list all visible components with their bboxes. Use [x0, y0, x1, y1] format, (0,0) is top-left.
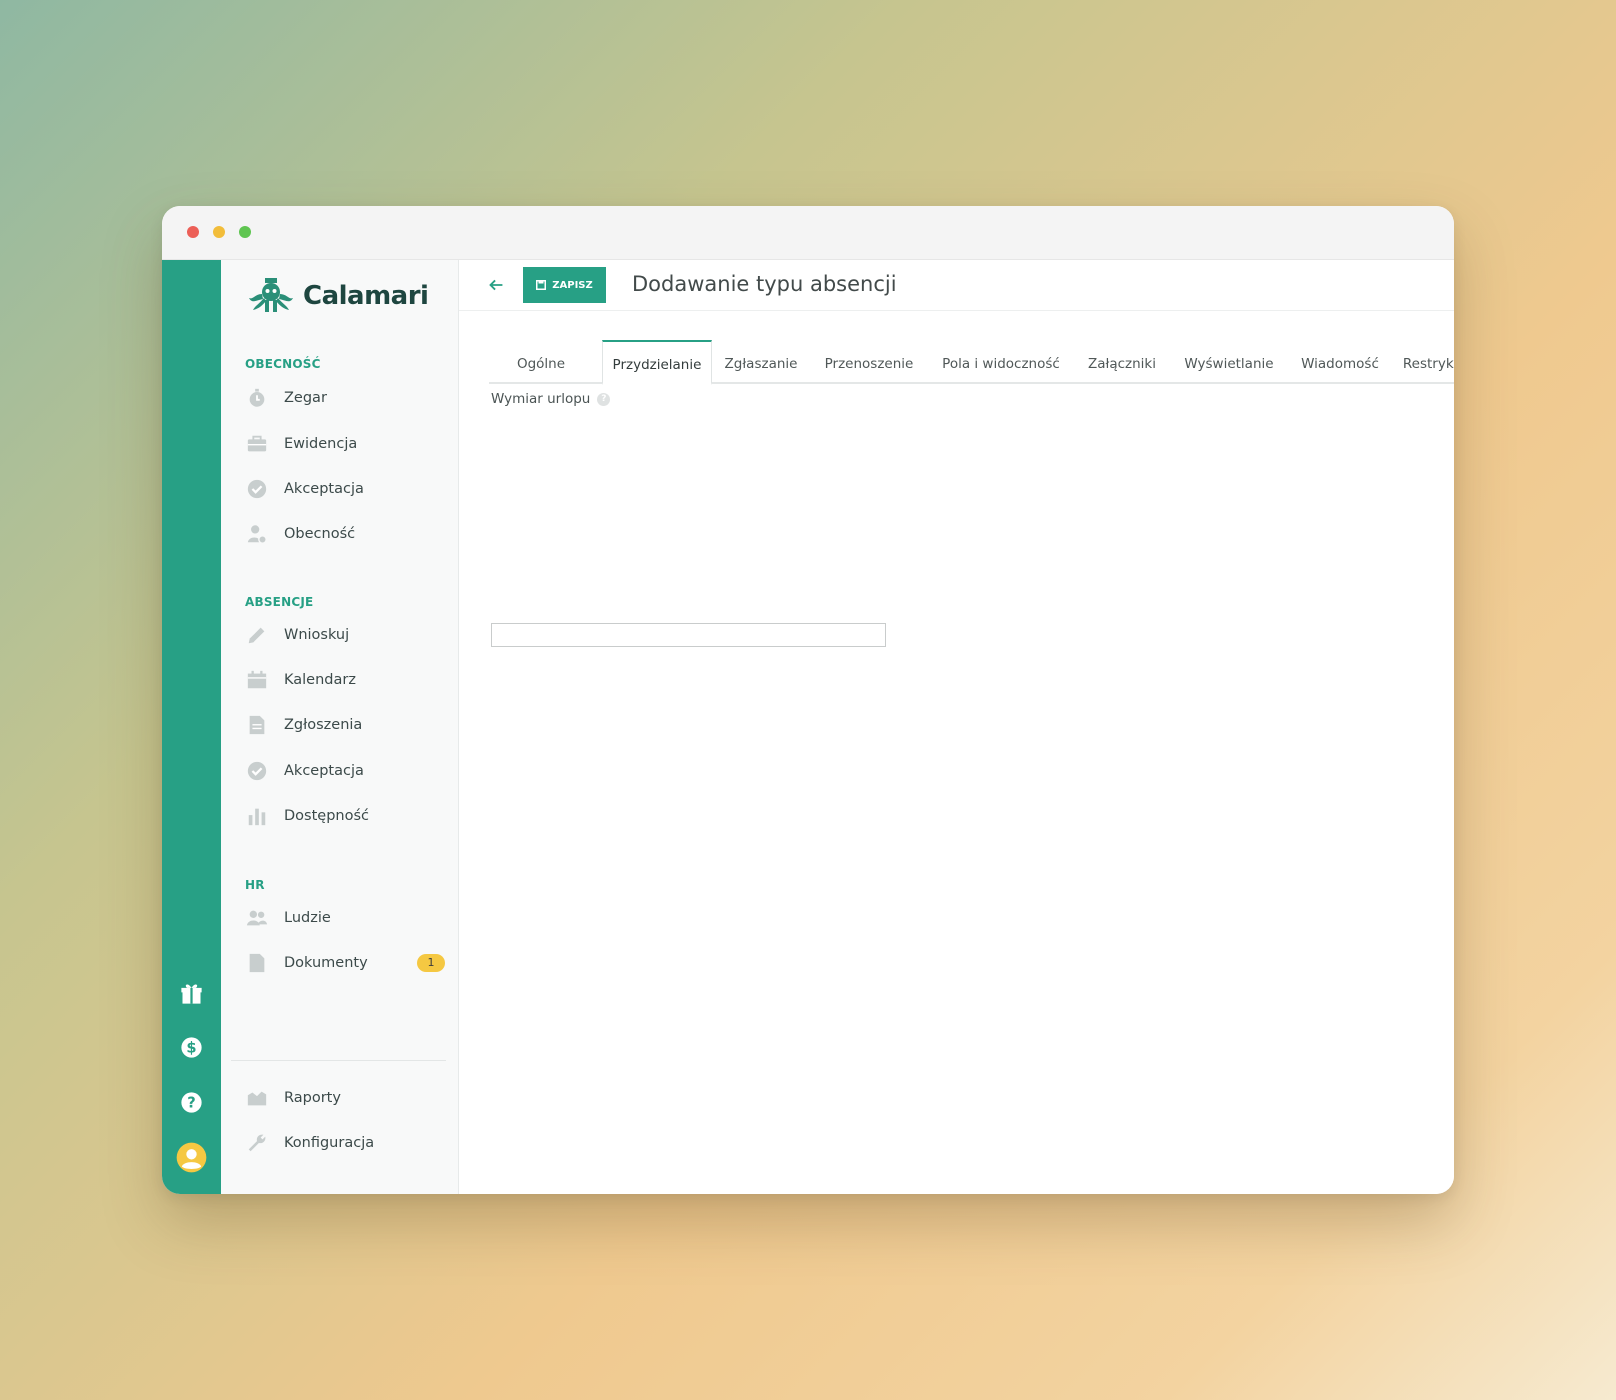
sidebar-item-zegar[interactable]: Zegar — [245, 380, 445, 416]
sidebar-item-label: Wnioskuj — [284, 627, 350, 643]
wymiar-urlopu-label: Wymiar urlopu? — [491, 391, 611, 407]
section-heading-hr: HR — [245, 878, 265, 892]
sidebar-item-ewidencja[interactable]: Ewidencja — [245, 426, 445, 462]
wymiar-urlopu-select[interactable] — [491, 623, 886, 647]
tab-ogolne[interactable]: Ogólne — [499, 340, 583, 382]
brand-name: Calamari — [303, 281, 429, 311]
calamari-logo[interactable]: Calamari — [245, 276, 429, 316]
stopwatch-icon — [245, 386, 269, 410]
svg-text:?: ? — [187, 1095, 195, 1112]
briefcase-icon — [245, 432, 269, 456]
sidebar-item-label: Konfiguracja — [284, 1135, 375, 1151]
page-title: Dodawanie typu absencji — [632, 272, 897, 296]
documents-count-badge: 1 — [417, 954, 445, 972]
sidebar-item-label: Kalendarz — [284, 672, 356, 688]
close-window-button[interactable] — [187, 226, 199, 238]
sidebar-item-label: Dokumenty — [284, 955, 368, 971]
sidebar-item-akceptacja-absences[interactable]: Akceptacja — [245, 753, 445, 789]
sidebar-item-akceptacja-attendance[interactable]: Akceptacja — [245, 471, 445, 507]
sidebar-item-label: Akceptacja — [284, 481, 364, 497]
maximize-window-button[interactable] — [239, 226, 251, 238]
pencil-icon — [245, 623, 269, 647]
users-icon — [245, 906, 269, 930]
sidebar-item-label: Zgłoszenia — [284, 717, 363, 733]
sidebar-item-label: Obecność — [284, 526, 356, 542]
sidebar-item-label: Ewidencja — [284, 436, 358, 452]
sidebar-item-obecnosc[interactable]: Obecność — [245, 516, 445, 552]
save-button[interactable]: ZAPISZ — [523, 267, 606, 303]
sidebar-item-label: Ludzie — [284, 910, 331, 926]
sidebar-item-wnioskuj[interactable]: Wnioskuj — [245, 617, 445, 653]
check-circle-icon — [245, 759, 269, 783]
tab-pola-i-widocznosc[interactable]: Pola i widoczność — [935, 340, 1067, 382]
app-window: $ ? Calamari OBECNOŚĆ Zegar Ewidencja Ak… — [162, 206, 1454, 1194]
tab-zglaszanie[interactable]: Zgłaszanie — [717, 340, 805, 382]
minimize-window-button[interactable] — [213, 226, 225, 238]
sidebar-item-label: Zegar — [284, 390, 327, 406]
tab-wyswietlanie[interactable]: Wyświetlanie — [1177, 340, 1281, 382]
help-icon[interactable]: ? — [178, 1089, 205, 1116]
calendar-icon — [245, 668, 269, 692]
window-titlebar — [162, 206, 1454, 260]
svg-text:$: $ — [186, 1040, 196, 1057]
tab-bar: Ogólne Przydzielanie Zgłaszanie Przenosz… — [489, 340, 1454, 385]
tab-restrykcje[interactable]: Restrykcje — [1392, 340, 1454, 382]
sidebar-item-dostepnosc[interactable]: Dostępność — [245, 798, 445, 834]
reports-icon — [245, 1086, 269, 1110]
help-icon[interactable]: ? — [597, 392, 611, 406]
tab-przenoszenie[interactable]: Przenoszenie — [819, 340, 919, 382]
page-header: ZAPISZ Dodawanie typu absencji — [459, 260, 1454, 311]
bar-chart-icon — [245, 804, 269, 828]
icon-rail: $ ? — [162, 260, 221, 1194]
back-arrow-icon[interactable] — [485, 274, 507, 296]
sidebar-item-dokumenty[interactable]: Dokumenty 1 — [245, 945, 445, 981]
sidebar-item-label: Akceptacja — [284, 763, 364, 779]
main-content: ZAPISZ Dodawanie typu absencji Ogólne Pr… — [459, 260, 1454, 1194]
sidebar-item-raporty[interactable]: Raporty — [245, 1080, 445, 1116]
check-circle-icon — [245, 477, 269, 501]
save-button-label: ZAPISZ — [552, 279, 593, 291]
sidebar-item-label: Raporty — [284, 1090, 341, 1106]
avatar[interactable] — [176, 1142, 207, 1173]
sidebar-item-ludzie[interactable]: Ludzie — [245, 900, 445, 936]
document-icon — [245, 713, 269, 737]
sidebar-item-konfiguracja[interactable]: Konfiguracja — [245, 1125, 445, 1161]
wrench-icon — [245, 1131, 269, 1155]
section-heading-attendance: OBECNOŚĆ — [245, 357, 321, 371]
sidebar-divider — [231, 1060, 446, 1061]
tab-zalaczniki[interactable]: Załączniki — [1079, 340, 1165, 382]
tab-przydzielanie[interactable]: Przydzielanie — [602, 340, 712, 385]
sidebar: Calamari OBECNOŚĆ Zegar Ewidencja Akcept… — [221, 260, 459, 1194]
sidebar-item-kalendarz[interactable]: Kalendarz — [245, 662, 445, 698]
sidebar-item-zgloszenia[interactable]: Zgłoszenia — [245, 707, 445, 743]
user-clock-icon — [245, 522, 269, 546]
dollar-icon[interactable]: $ — [178, 1034, 205, 1061]
section-heading-absences: ABSENCJE — [245, 595, 314, 609]
tab-wiadomosc[interactable]: Wiadomość — [1294, 340, 1386, 382]
sidebar-item-label: Dostępność — [284, 808, 369, 824]
wymiar-urlopu-label-text: Wymiar urlopu — [491, 391, 591, 407]
file-icon — [245, 951, 269, 975]
calamari-logo-icon — [249, 278, 293, 312]
gift-icon[interactable] — [178, 980, 205, 1007]
floppy-disk-icon — [536, 280, 547, 290]
